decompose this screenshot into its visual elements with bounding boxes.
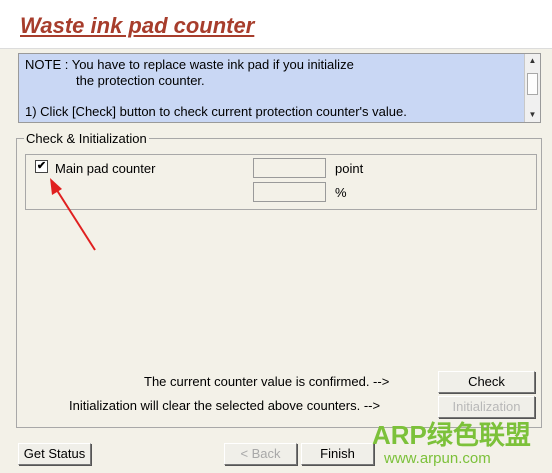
confirmed-message: The current counter value is confirmed. … xyxy=(144,374,390,389)
window-title: Waste ink pad counter xyxy=(20,13,255,38)
main-pad-checkbox[interactable]: ✔ xyxy=(35,160,48,173)
finish-button[interactable]: Finish xyxy=(301,443,374,465)
note-scrollbar[interactable]: ▲ ▼ xyxy=(524,54,540,122)
watermark-url: www.arpun.com xyxy=(384,450,491,467)
title-bar: Waste ink pad counter xyxy=(0,0,552,49)
note-line-2: the protection counter. xyxy=(76,73,205,88)
point-value-field xyxy=(253,158,326,178)
percent-value-field xyxy=(253,182,326,202)
get-status-button[interactable]: Get Status xyxy=(18,443,91,465)
group-label: Check & Initialization xyxy=(24,131,149,146)
init-message: Initialization will clear the selected a… xyxy=(69,398,381,413)
scroll-down-icon[interactable]: ▼ xyxy=(525,108,540,122)
note-panel: NOTE : You have to replace waste ink pad… xyxy=(18,53,541,123)
point-unit: point xyxy=(335,161,364,176)
watermark-logo: ARP绿色联盟 xyxy=(372,420,531,450)
back-button[interactable]: < Back xyxy=(224,443,297,465)
scroll-thumb[interactable] xyxy=(527,73,538,95)
note-line-1: NOTE : You have to replace waste ink pad… xyxy=(25,57,354,72)
main-pad-label: Main pad counter xyxy=(55,161,156,176)
check-button[interactable]: Check xyxy=(438,371,535,393)
scroll-up-icon[interactable]: ▲ xyxy=(525,54,540,68)
percent-unit: % xyxy=(335,185,347,200)
note-line-3: 1) Click [Check] button to check current… xyxy=(25,104,407,119)
